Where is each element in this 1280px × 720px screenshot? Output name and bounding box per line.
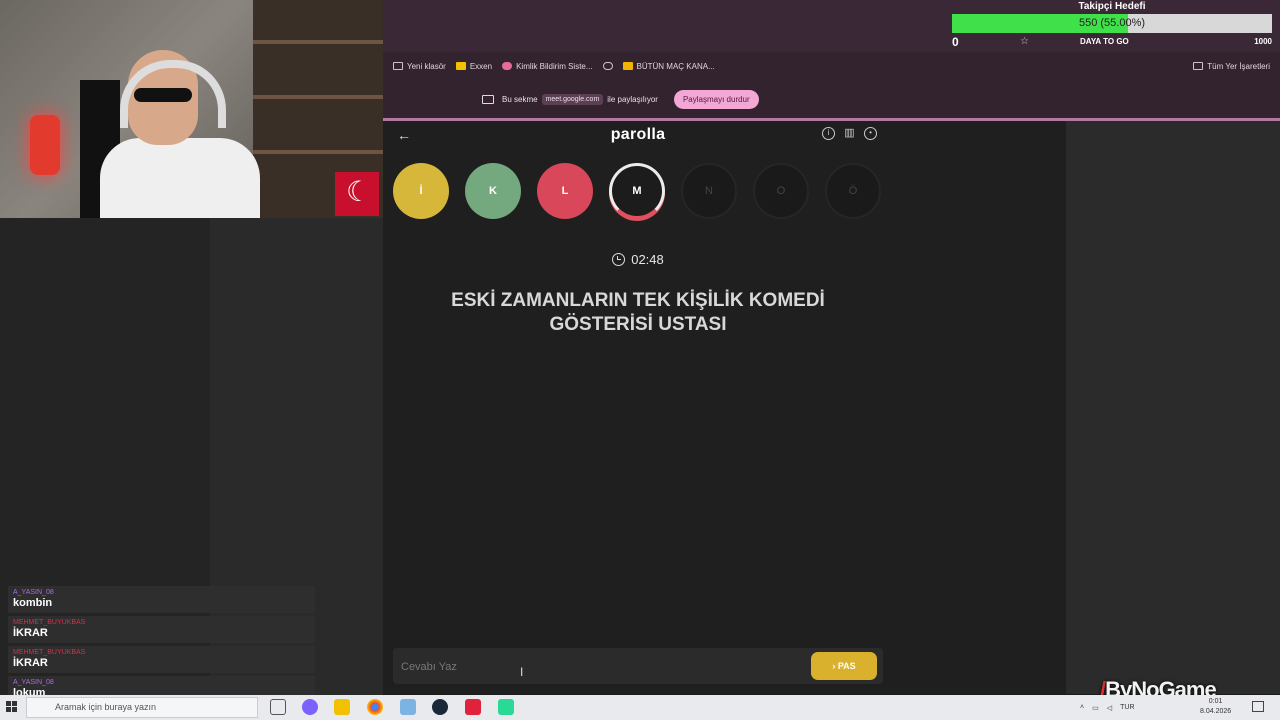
share-site: meet.google.com (541, 93, 604, 105)
app-header: ← parolla i ▥ • (383, 121, 893, 151)
share-suffix: ile paylaşılıyor (607, 94, 658, 104)
letter-wheel: İ K L M N O Ö (393, 163, 881, 219)
chat-text: kombin (13, 597, 53, 609)
streamer-graphic (100, 50, 260, 218)
text-cursor-icon: I (520, 665, 524, 679)
chat-text: İKRAR (13, 657, 48, 669)
goal-progress-text: 550 (55.00%) (1078, 17, 1146, 29)
notification-icon[interactable] (1252, 701, 1264, 712)
feather-icon (502, 62, 513, 70)
app-icon[interactable] (498, 699, 514, 715)
exxen-icon (455, 62, 466, 70)
share-prefix: Bu sekme (502, 94, 538, 104)
globe-icon (602, 62, 613, 70)
all-bookmarks[interactable]: Tüm Yer İşaretleri (1193, 62, 1270, 71)
task-view-icon[interactable] (270, 699, 286, 715)
bookmark-item[interactable]: BÜTÜN MAÇ KANA... (622, 61, 715, 71)
jp-icon (622, 62, 633, 70)
language-indicator[interactable]: TUR (1120, 704, 1134, 711)
question-line: ESKİ ZAMANLARIN TEK KİŞİLİK KOMEDİ (451, 290, 825, 311)
bookmark-item[interactable]: Yeni klasör (393, 62, 446, 71)
chat-message: MEHMET_BUYUKBAS İKRAR (8, 646, 315, 673)
stop-sharing-button[interactable]: Paylaşmayı durdur (673, 89, 759, 109)
bookmark-item[interactable]: Exxen (455, 61, 493, 71)
timer-value: 02:48 (631, 252, 664, 267)
question-text: ESKİ ZAMANLARIN TEK KİŞİLİK KOMEDİ GÖSTE… (383, 289, 893, 337)
bookmarks-bar: Yeni klasör Exxen Kimlik Bildirim Siste.… (383, 52, 1280, 80)
taskbar-clock[interactable]: 0:01 8.04.2026 (1200, 697, 1231, 717)
clock-date: 8.04.2026 (1200, 708, 1232, 715)
chat-username: MEHMET_BUYUKBAS (13, 619, 86, 626)
parolla-app: ← parolla i ▥ • İ K L M N O Ö 02:48 ESKİ… (383, 121, 1066, 694)
letter-circle: Ö (825, 163, 881, 219)
taskbar-search-input[interactable]: Aramak için buraya yazın (26, 697, 258, 718)
app-logo: parolla (610, 126, 666, 143)
header-icons: i ▥ • (822, 127, 877, 140)
tab-sharing-bar: Bu sekme meet.google.com ile paylaşılıyo… (383, 80, 1280, 118)
file-explorer-icon[interactable] (334, 699, 350, 715)
page-side-area (1066, 121, 1280, 694)
windows-start-icon[interactable] (6, 701, 18, 713)
letter-circle: İ (393, 163, 449, 219)
clock-time: 0:01 (1208, 698, 1223, 705)
goal-progress-bar: 550 (55.00%) (952, 14, 1272, 33)
volume-icon[interactable]: ◁ (1107, 704, 1112, 712)
star-icon[interactable]: ☆ (1020, 36, 1029, 47)
webcam-feed (0, 0, 383, 218)
letter-circle-active: M (609, 163, 665, 219)
goal-target-value: 1000 (1254, 37, 1272, 46)
stats-icon[interactable]: ▥ (843, 127, 856, 140)
bookmark-label: Exxen (469, 61, 493, 71)
folder-icon (1193, 62, 1204, 70)
bookmark-label: Kimlik Bildirim Siste... (516, 61, 593, 71)
notepad-icon[interactable] (400, 699, 416, 715)
chrome-icon[interactable] (367, 699, 383, 715)
chat-username: A_YASIN_08 (13, 679, 54, 686)
chat-username: A_YASIN_08 (13, 589, 54, 596)
game-timer: 02:48 (383, 252, 893, 267)
system-tray: ˄ ▭ ◁ TUR (1080, 695, 1135, 720)
goal-start-value: 0 (952, 35, 959, 49)
answer-bar: › PAS (393, 648, 883, 684)
windows-taskbar: Aramak için buraya yazın ˄ ▭ ◁ TUR 0:01 … (0, 695, 1280, 720)
network-icon[interactable]: ▭ (1092, 704, 1099, 712)
screen-share-icon (482, 94, 494, 104)
bookmark-label: BÜTÜN MAÇ KANA... (636, 61, 715, 71)
lamp-graphic (30, 115, 60, 175)
question-line: GÖSTERİSİ USTASI (549, 314, 727, 335)
chevron-up-icon[interactable]: ˄ (1080, 704, 1084, 711)
chat-username: MEHMET_BUYUKBAS (13, 649, 86, 656)
bookmark-label: Yeni klasör (407, 61, 446, 71)
letter-circle: O (753, 163, 809, 219)
pass-button[interactable]: › PAS (811, 652, 877, 680)
letter-circle: L (537, 163, 593, 219)
steam-icon[interactable] (432, 699, 448, 715)
clock-icon (612, 253, 626, 266)
bookmark-item[interactable]: Kimlik Bildirim Siste... (502, 61, 593, 71)
chat-overlay: A_YASIN_08 kombin MEHMET_BUYUKBAS İKRAR … (8, 586, 315, 706)
bookmark-item[interactable] (602, 62, 613, 70)
goal-title: Takipçi Hedefi (1078, 1, 1146, 12)
flag-graphic (335, 172, 379, 216)
app-icon[interactable] (465, 699, 481, 715)
pass-label: PAS (837, 661, 856, 671)
chat-message: A_YASIN_08 kombin (8, 586, 315, 613)
chat-message: MEHMET_BUYUKBAS İKRAR (8, 616, 315, 643)
extension-label[interactable]: DAYA TO GO (1080, 37, 1129, 46)
profile-icon[interactable]: • (864, 127, 877, 140)
browser-extension-icons: ☆ (1020, 36, 1029, 47)
folder-icon (393, 62, 403, 70)
copilot-icon[interactable] (302, 699, 318, 715)
info-icon[interactable]: i (822, 127, 835, 140)
answer-input[interactable] (399, 655, 803, 679)
all-bookmarks-label: Tüm Yer İşaretleri (1207, 61, 1270, 71)
letter-circle: K (465, 163, 521, 219)
letter-circle: N (681, 163, 737, 219)
chat-text: İKRAR (13, 627, 48, 639)
